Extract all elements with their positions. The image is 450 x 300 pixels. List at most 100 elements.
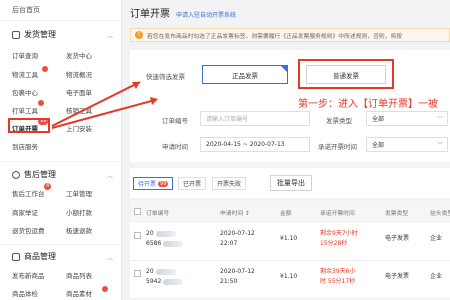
shield-check-icon	[12, 170, 20, 179]
invoice-type: 电子发票	[385, 235, 410, 242]
sidebar-home-link[interactable]: 后台首页	[12, 5, 40, 15]
col-title-type: 抬头类型	[430, 211, 450, 217]
sidebar-item-product-list[interactable]: 商品列表	[66, 270, 92, 280]
sidebar-item-return-shipping[interactable]: 退货包运费	[12, 225, 45, 235]
masked-text	[155, 268, 176, 275]
apply-time-range-input[interactable]: 2020-04-15 ~ 2020-07-13	[200, 137, 310, 152]
sidebar-section-after-sales[interactable]: 售后管理	[12, 169, 56, 180]
section-title: 发货管理	[24, 30, 56, 39]
deadline-label: 承诺开票时间	[318, 143, 357, 151]
tab-badge: 99	[158, 180, 169, 187]
sidebar-item-logistics-overview[interactable]: 物流概况	[66, 69, 92, 79]
deadline-remaining: 剩余39天6小	[320, 268, 356, 275]
apply-date: 2020-07-12	[220, 268, 255, 275]
main-content: 订单开票 申请入驻自动开票系统 ! 若您在发布商品时勾选了正品发票标签，则需要履…	[122, 0, 450, 300]
date-range-value: 2020-04-15 ~ 2020-07-13	[206, 141, 285, 148]
title-type: 企业	[430, 235, 443, 242]
apply-clock: 21:50	[220, 278, 238, 285]
divider	[0, 161, 122, 162]
chevron-down-icon: ﹀	[436, 116, 443, 123]
highlight-box	[8, 118, 50, 133]
order-no-label: 订单编号	[162, 117, 188, 125]
selected-corner-icon	[280, 65, 288, 73]
sidebar-item-store-service[interactable]: 到店服务	[12, 141, 38, 151]
section-title: 售后管理	[24, 170, 56, 179]
tab-issued[interactable]: 已开票	[178, 177, 207, 190]
tab-failed[interactable]: 开票失败	[212, 177, 247, 190]
col-apply-time[interactable]: 申请时间 ↕	[220, 208, 250, 217]
select-value: 全部	[372, 142, 385, 149]
warning-icon: !	[135, 31, 143, 39]
sidebar-item-e-waybill[interactable]: 电子面单	[66, 87, 92, 97]
table-row[interactable]: 20 6586 2020-07-12 22:07 ¥1.10 剩余9天7小时 1…	[130, 223, 450, 261]
sidebar-item-order-query[interactable]: 订单查询	[12, 50, 38, 60]
order-no: 20	[146, 267, 176, 276]
notification-dot	[38, 100, 44, 106]
sidebar-item-ticket-management[interactable]: 工单管理	[66, 188, 92, 198]
sidebar-item-product-check[interactable]: 商品体检	[12, 288, 38, 298]
chevron-up-icon[interactable]: ︿	[107, 31, 113, 40]
section-title: 商品管理	[24, 252, 56, 261]
row-checkbox[interactable]	[134, 270, 141, 277]
sidebar-item-shipping-center[interactable]: 发货中心	[66, 50, 92, 60]
auto-invoice-link[interactable]: 申请入驻自动开票系统	[176, 10, 236, 19]
quick-filter-genuine-invoice[interactable]: 正品发票	[202, 65, 288, 84]
batch-export-button[interactable]: 批量导出	[270, 175, 312, 191]
orders-table: 订单编号 申请时间 ↕ 金额 承诺开票时间 发票类型 抬头类型 20 6586 …	[130, 201, 450, 299]
row-checkbox[interactable]	[134, 232, 141, 239]
page-header: 订单开票 申请入驻自动开票系统	[130, 5, 236, 20]
deadline-remaining-2: 时 55分17秒	[320, 278, 356, 285]
masked-text	[163, 278, 184, 285]
sidebar-item-verify-tools[interactable]: 核销工具	[66, 105, 92, 115]
col-amount: 金额	[280, 211, 292, 217]
title-type: 企业	[430, 273, 443, 280]
order-no-input[interactable]: 请输入订单编号	[200, 111, 310, 126]
sidebar-item-fast-refund[interactable]: 极速退款	[66, 225, 92, 235]
page-title: 订单开票	[130, 9, 170, 20]
filter-panel: 快速筛选发票 正品发票 普通发票 订单编号 请输入订单编号 发票类型 全部 ﹀ …	[130, 50, 450, 162]
chevron-up-icon[interactable]: ︿	[107, 171, 113, 180]
sidebar-item-home-install[interactable]: 上门安装	[66, 123, 92, 133]
box-icon	[12, 30, 20, 39]
masked-text	[155, 230, 176, 237]
step-annotation: 第一步：进入【订单开票】一被	[298, 99, 438, 110]
invoice-type-select[interactable]: 全部 ﹀	[366, 111, 448, 126]
divider	[0, 244, 122, 245]
invoice-type-label: 发票类型	[326, 117, 352, 125]
order-no: 20	[146, 229, 176, 238]
chevron-down-icon: ﹀	[436, 142, 443, 149]
order-no-suffix: 5942	[146, 277, 184, 286]
sidebar-section-products[interactable]: 商品管理	[12, 251, 56, 262]
amount: ¥1.10	[280, 273, 298, 280]
quick-filter-label: 正品发票	[232, 71, 258, 80]
status-tabs: 待开票 99 已开票 开票失败 批量导出	[130, 168, 450, 198]
sidebar-item-print-tools[interactable]: 打单工具	[12, 105, 38, 115]
table-row[interactable]: 20 5942 2020-07-12 21:50 ¥1.10 剩余39天6小 时…	[130, 261, 450, 299]
deadline-select[interactable]: 全部 ﹀	[366, 137, 448, 152]
col-deadline: 承诺开票时间	[320, 211, 355, 217]
tab-label: 待开票	[138, 181, 157, 188]
tab-label: 开票失败	[217, 181, 242, 188]
chevron-up-icon[interactable]: ︿	[107, 253, 113, 262]
sidebar: 后台首页 发货管理 ︿ 订单查询 发货中心 物流工具 物流概况 包裹中心 电子面…	[0, 0, 122, 300]
sidebar-section-shipping[interactable]: 发货管理	[12, 29, 56, 40]
apply-date: 2020-07-12	[220, 230, 255, 237]
deadline-remaining-2: 15分28秒	[320, 240, 348, 247]
amount: ¥1.10	[280, 235, 298, 242]
notice-banner: ! 若您在发布商品时勾选了正品发票标签，则需要履行《正品发票服务规则》中所述规则…	[130, 28, 450, 42]
table-header: 订单编号 申请时间 ↕ 金额 承诺开票时间 发票类型 抬头类型	[130, 201, 450, 223]
sidebar-item-package-center[interactable]: 包裹中心	[12, 87, 38, 97]
notification-dot	[42, 66, 48, 72]
select-all-checkbox[interactable]	[134, 208, 141, 215]
col-invoice-type: 发票类型	[385, 211, 409, 217]
sidebar-item-merchant-evidence[interactable]: 商家举证	[12, 207, 38, 217]
sidebar-item-small-payment[interactable]: 小额打款	[66, 207, 92, 217]
sidebar-item-product-material[interactable]: 商品素材	[66, 288, 92, 298]
sidebar-item-publish-product[interactable]: 发布新商品	[12, 270, 45, 280]
masked-text	[163, 240, 184, 247]
sidebar-item-logistics-tools[interactable]: 物流工具	[12, 69, 38, 79]
invoice-type: 电子发票	[385, 273, 410, 280]
after-sales-badge: 4	[44, 183, 52, 190]
sidebar-item-after-sales-desk[interactable]: 售后工作台	[12, 188, 45, 198]
tab-pending[interactable]: 待开票 99	[133, 177, 174, 190]
